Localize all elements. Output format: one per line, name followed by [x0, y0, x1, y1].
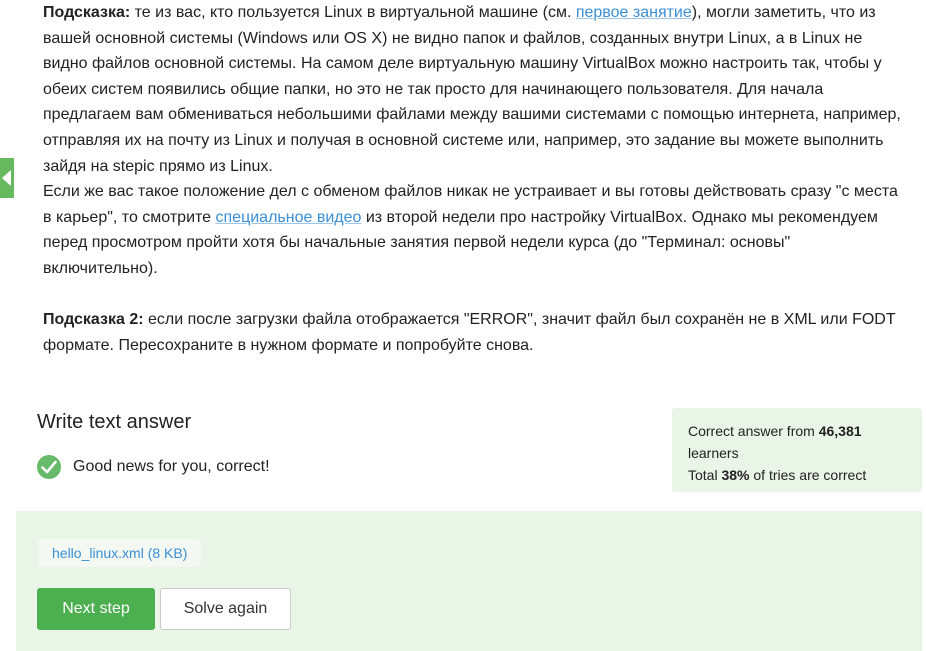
status-text: Good news for you, correct! [73, 458, 270, 475]
hint-text: Подсказка: те из вас, кто пользуется Lin… [43, 0, 905, 358]
hint-text-part: если после загрузки файла отображается "… [43, 311, 896, 354]
step-page: Подсказка: те из вас, кто пользуется Lin… [0, 0, 926, 651]
sidebar-toggle[interactable] [0, 158, 14, 198]
stats-tries: Total 38% of tries are correct [688, 464, 906, 486]
stats-text: learners [688, 445, 739, 461]
check-circle-icon [37, 455, 61, 479]
hint-paragraph-1: Подсказка: те из вас, кто пользуется Lin… [43, 0, 905, 179]
answer-title: Write text answer [37, 411, 192, 433]
hint-text-part: те из вас, кто пользуется Linux в виртуа… [130, 4, 576, 21]
stats-text: Total [688, 467, 722, 483]
stats-text: Correct answer from [688, 423, 819, 439]
hint-2-label: Подсказка 2: [43, 311, 144, 329]
chevron-left-icon [2, 170, 11, 186]
submission-panel: hello_linux.xml (8 KB) Next step Solve a… [16, 511, 922, 651]
learners-count: 46,381 [818, 423, 862, 439]
next-step-button[interactable]: Next step [37, 588, 155, 630]
stats-box: Correct answer from 46,381 learners Tota… [672, 408, 922, 492]
hint-text-part: ), могли заметить, что из вашей основной… [43, 4, 901, 175]
hint-label: Подсказка: [43, 4, 131, 21]
first-lesson-link[interactable]: первое занятие [576, 4, 692, 21]
hint-paragraph-2: Если же вас такое положение дел с обмено… [43, 179, 905, 281]
stats-learners: Correct answer from 46,381 learners [688, 420, 906, 464]
hint-paragraph-3: Подсказка 2: если после загрузки файла о… [43, 307, 905, 358]
stats-text: of tries are correct [749, 467, 867, 483]
solve-again-button[interactable]: Solve again [160, 588, 291, 630]
correct-percent: 38% [721, 467, 750, 483]
answer-status: Good news for you, correct! [37, 455, 270, 479]
special-video-link[interactable]: специальное видео [216, 209, 362, 226]
submitted-file-link[interactable]: hello_linux.xml (8 KB) [38, 539, 202, 567]
